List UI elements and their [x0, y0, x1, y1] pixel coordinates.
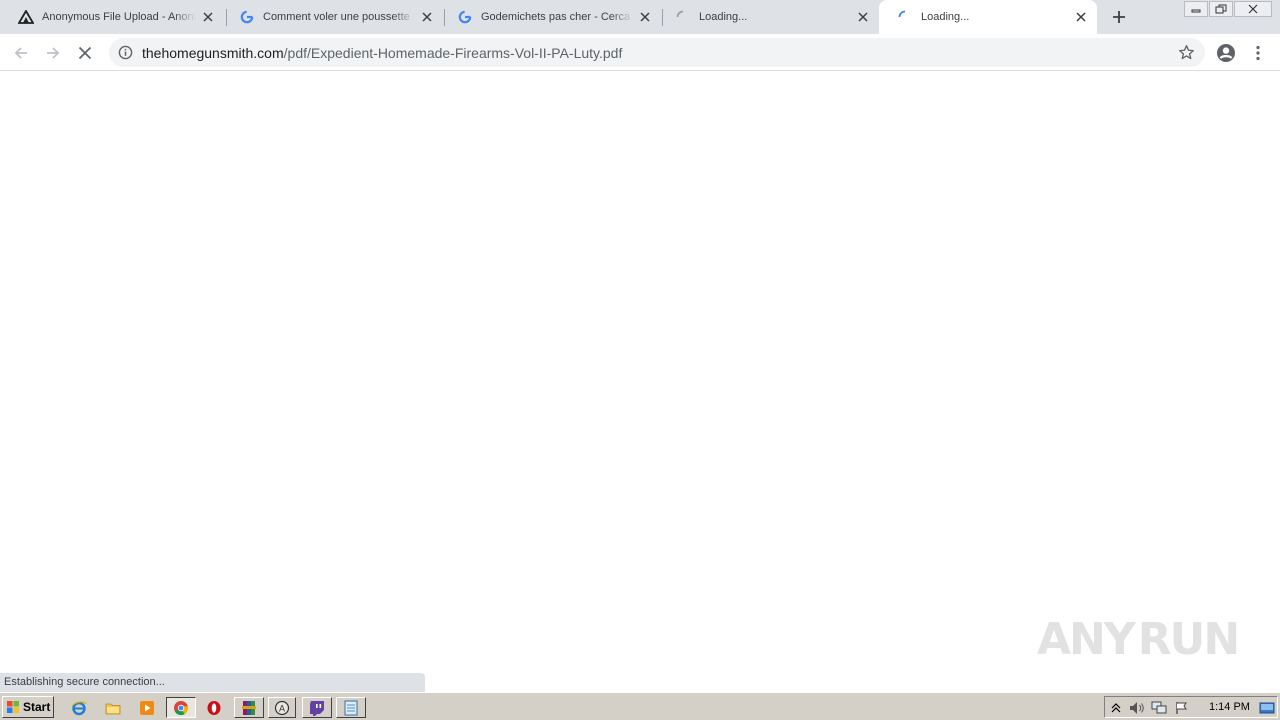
- watermark-text-right: RUN: [1137, 613, 1240, 665]
- new-tab-button[interactable]: [1108, 6, 1130, 28]
- arrow-right-icon: [47, 47, 60, 59]
- loading-spinner-icon: [897, 9, 913, 25]
- explorer-folder-icon[interactable]: [102, 697, 124, 718]
- address-bar[interactable]: thehomegunsmith.com/pdf/Expedient-Homema…: [109, 38, 1205, 67]
- close-tab-icon[interactable]: [1073, 9, 1089, 25]
- tab-anonfiles[interactable]: Anonymous File Upload - AnonFiles: [0, 0, 224, 34]
- svg-text:A: A: [279, 703, 285, 713]
- opera-icon[interactable]: [203, 697, 225, 718]
- twitch-icon[interactable]: [302, 697, 332, 718]
- close-window-button[interactable]: [1234, 1, 1272, 17]
- back-button[interactable]: [9, 41, 33, 65]
- browser-toolbar: thehomegunsmith.com/pdf/Expedient-Homema…: [0, 34, 1280, 71]
- close-tab-icon[interactable]: [419, 9, 435, 25]
- clock: 1:14 PM: [1209, 701, 1250, 713]
- media-player-icon[interactable]: [136, 697, 158, 718]
- more-vertical-icon: [1256, 45, 1260, 61]
- tab-comment-voler[interactable]: Comment voler une poussette ?: [221, 0, 443, 34]
- anonfiles-icon: [18, 9, 34, 25]
- close-tab-icon[interactable]: [200, 9, 216, 25]
- menu-button[interactable]: [1246, 41, 1270, 65]
- account-circle-icon: [1217, 44, 1235, 62]
- windows-flag-icon: [7, 701, 19, 713]
- action-center-flag-icon[interactable]: [1174, 700, 1190, 716]
- taskbar: Start A 1:14 PM: [0, 692, 1280, 720]
- restore-button[interactable]: [1209, 1, 1233, 17]
- google-g-icon: [239, 9, 255, 25]
- notepad-icon[interactable]: [336, 697, 366, 718]
- google-g-icon: [457, 9, 473, 25]
- tab-title: Anonymous File Upload - AnonFiles: [42, 11, 196, 23]
- page-content: [0, 72, 1280, 692]
- wordpad-icon[interactable]: A: [268, 697, 296, 718]
- forward-button[interactable]: [41, 41, 65, 65]
- tab-strip: Anonymous File Upload - AnonFiles Commen…: [0, 0, 1280, 34]
- stop-x-icon: [78, 46, 92, 60]
- close-icon: [1248, 4, 1258, 14]
- network-icon[interactable]: [1151, 700, 1167, 716]
- chrome-icon[interactable]: [166, 697, 196, 718]
- restore-icon: [1215, 4, 1227, 14]
- minimize-icon: [1191, 9, 1201, 13]
- close-tab-icon[interactable]: [637, 9, 653, 25]
- url-path: /pdf/Expedient-Homemade-Firearms-Vol-II-…: [283, 45, 623, 61]
- tab-title: Loading...: [921, 11, 970, 23]
- show-hidden-icons-icon[interactable]: [1108, 700, 1124, 716]
- status-bubble: Establishing secure connection...: [0, 673, 425, 692]
- tab-loading-1[interactable]: Loading...: [657, 0, 879, 34]
- bookmark-star-icon[interactable]: [1178, 44, 1195, 61]
- system-tray: 1:14 PM: [1104, 696, 1278, 718]
- close-tab-icon[interactable]: [855, 9, 871, 25]
- profile-button[interactable]: [1214, 41, 1238, 65]
- winrar-icon[interactable]: [234, 697, 264, 718]
- minimize-button[interactable]: [1184, 1, 1208, 17]
- start-label: Start: [23, 700, 51, 714]
- volume-icon[interactable]: [1129, 700, 1145, 716]
- arrow-left-icon: [14, 47, 27, 59]
- loading-spinner-icon: [675, 9, 691, 25]
- start-button[interactable]: Start: [2, 696, 54, 718]
- plus-icon: [1113, 11, 1125, 23]
- tab-title: Comment voler une poussette ?: [263, 11, 415, 23]
- tab-loading-active[interactable]: Loading...: [879, 0, 1097, 34]
- ie-icon[interactable]: [68, 697, 90, 718]
- screen: Anonymous File Upload - AnonFiles Commen…: [0, 0, 1280, 720]
- tab-godemichets[interactable]: Godemichets pas cher - Cerca con Google: [439, 0, 661, 34]
- stop-loading-button[interactable]: [73, 41, 97, 65]
- info-icon[interactable]: [118, 45, 133, 60]
- tab-title: Loading...: [699, 11, 748, 23]
- url-host: thehomegunsmith.com: [142, 45, 284, 61]
- tab-title: Godemichets pas cher - Cerca con Google: [481, 11, 633, 23]
- address-url[interactable]: thehomegunsmith.com/pdf/Expedient-Homema…: [142, 45, 622, 61]
- watermark-text-left: ANY: [1037, 613, 1136, 665]
- anyrun-watermark: ANY RUN: [1037, 606, 1240, 672]
- show-desktop-icon[interactable]: [1259, 700, 1275, 716]
